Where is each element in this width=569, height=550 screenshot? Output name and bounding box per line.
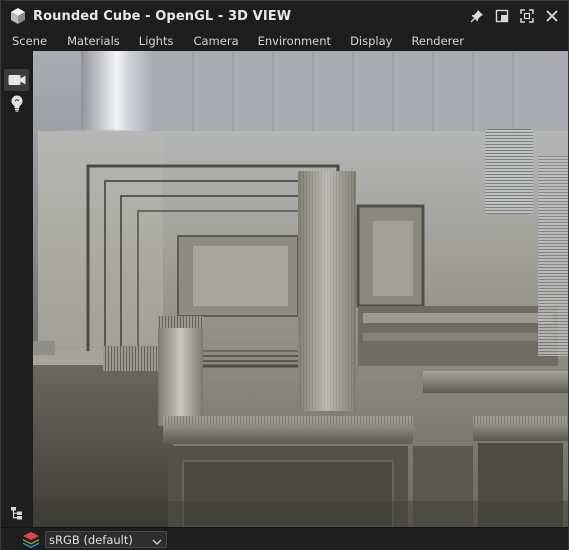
menu-camera[interactable]: Camera [193, 34, 238, 48]
rendered-scene [33, 51, 568, 527]
camera-tool-button[interactable] [4, 69, 29, 91]
left-toolbar [1, 51, 34, 527]
menu-materials[interactable]: Materials [67, 34, 120, 48]
maximize-icon[interactable] [519, 8, 535, 24]
chevron-down-icon [152, 535, 162, 549]
menu-renderer[interactable]: Renderer [411, 34, 464, 48]
menu-bar: Scene Materials Lights Camera Environmen… [1, 31, 568, 51]
menu-display[interactable]: Display [350, 34, 392, 48]
3d-viewport[interactable] [33, 51, 568, 527]
colorspace-select[interactable]: sRGB (default) [45, 531, 167, 548]
colorspace-value: sRGB (default) [49, 532, 133, 547]
menu-lights[interactable]: Lights [139, 34, 174, 48]
window-title: Rounded Cube - OpenGL - 3D VIEW [33, 8, 292, 24]
close-icon[interactable] [544, 8, 560, 24]
layers-icon[interactable] [21, 530, 41, 550]
menu-environment[interactable]: Environment [258, 34, 331, 48]
light-tool-button[interactable] [4, 94, 29, 116]
app-cube-icon [9, 7, 27, 25]
hierarchy-button[interactable] [4, 503, 29, 525]
title-bar: Rounded Cube - OpenGL - 3D VIEW [1, 1, 568, 31]
camera-icon [8, 71, 26, 90]
app-window: Rounded Cube - OpenGL - 3D VIEW Scene Ma… [0, 0, 569, 550]
bottom-bar: sRGB (default) [1, 527, 568, 550]
title-actions [469, 8, 560, 24]
dock-icon[interactable] [494, 8, 510, 24]
menu-scene[interactable]: Scene [12, 34, 47, 48]
hierarchy-icon [10, 505, 24, 524]
lightbulb-icon [10, 95, 24, 116]
pin-icon[interactable] [469, 8, 485, 24]
